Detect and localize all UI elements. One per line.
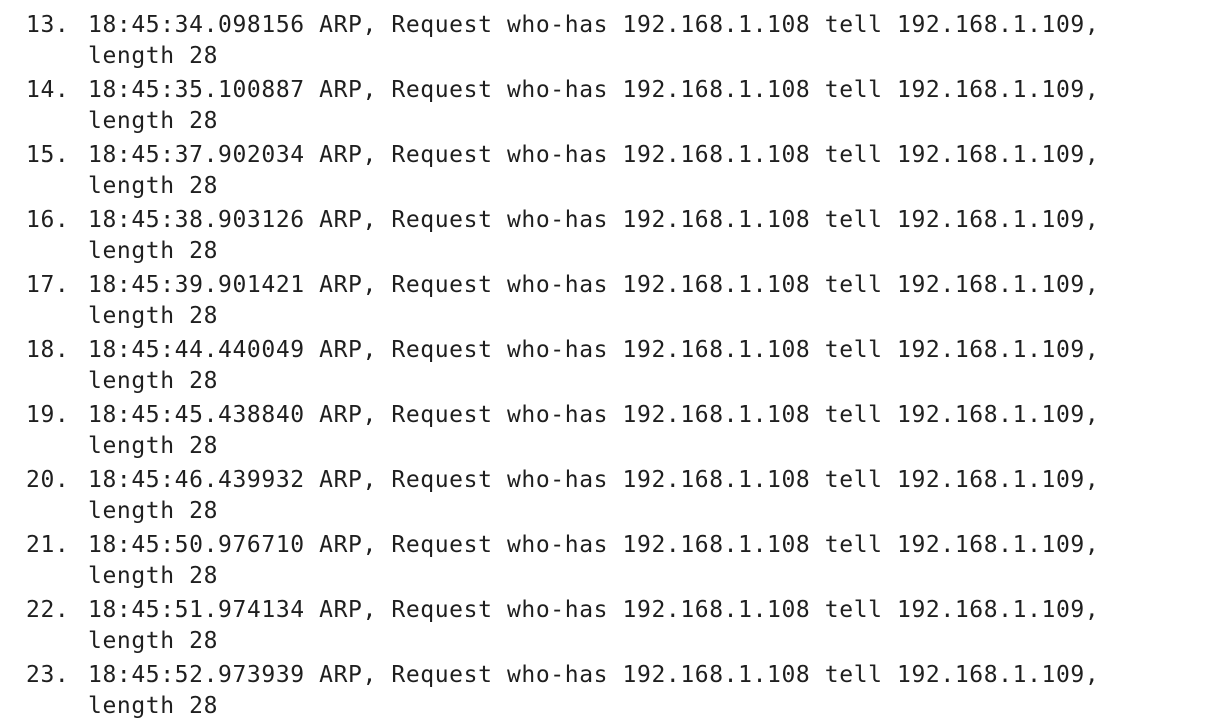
arp-packet-log: 13. 18:45:34.098156 ARP, Request who-has… bbox=[0, 10, 1211, 725]
log-entry: 22. 18:45:51.974134 ARP, Request who-has… bbox=[0, 595, 1211, 660]
log-entry: 19. 18:45:45.438840 ARP, Request who-has… bbox=[0, 400, 1211, 465]
document-page: 13. 18:45:34.098156 ARP, Request who-has… bbox=[0, 0, 1211, 728]
entry-line: 18:45:51.974134 ARP, Request who-has 192… bbox=[88, 597, 1100, 623]
log-entry: 17. 18:45:39.901421 ARP, Request who-has… bbox=[0, 270, 1211, 335]
entry-length: length 28 bbox=[88, 563, 219, 589]
entry-line: 18:45:39.901421 ARP, Request who-has 192… bbox=[88, 272, 1100, 298]
entry-line: 18:45:34.098156 ARP, Request who-has 192… bbox=[88, 12, 1100, 38]
log-entry: 14. 18:45:35.100887 ARP, Request who-has… bbox=[0, 75, 1211, 140]
log-entry: 23. 18:45:52.973939 ARP, Request who-has… bbox=[0, 660, 1211, 725]
entry-number: 18. bbox=[26, 337, 70, 363]
entry-number: 16. bbox=[26, 207, 70, 233]
log-entry: 16. 18:45:38.903126 ARP, Request who-has… bbox=[0, 205, 1211, 270]
entry-line: 18:45:35.100887 ARP, Request who-has 192… bbox=[88, 77, 1100, 103]
log-entry: 15. 18:45:37.902034 ARP, Request who-has… bbox=[0, 140, 1211, 205]
entry-line: 18:45:52.973939 ARP, Request who-has 192… bbox=[88, 662, 1100, 688]
entry-length: length 28 bbox=[88, 498, 219, 524]
entry-line: 18:45:50.976710 ARP, Request who-has 192… bbox=[88, 532, 1100, 558]
entry-length: length 28 bbox=[88, 433, 219, 459]
entry-line: 18:45:46.439932 ARP, Request who-has 192… bbox=[88, 467, 1100, 493]
entry-number: 17. bbox=[26, 272, 70, 298]
entry-length: length 28 bbox=[88, 108, 219, 134]
entry-line: 18:45:44.440049 ARP, Request who-has 192… bbox=[88, 337, 1100, 363]
entry-line: 18:45:37.902034 ARP, Request who-has 192… bbox=[88, 142, 1100, 168]
entry-length: length 28 bbox=[88, 43, 219, 69]
entry-number: 21. bbox=[26, 532, 70, 558]
entry-number: 15. bbox=[26, 142, 70, 168]
entry-line: 18:45:38.903126 ARP, Request who-has 192… bbox=[88, 207, 1100, 233]
entry-length: length 28 bbox=[88, 628, 219, 654]
log-entry: 21. 18:45:50.976710 ARP, Request who-has… bbox=[0, 530, 1211, 595]
entry-length: length 28 bbox=[88, 238, 219, 264]
entry-number: 23. bbox=[26, 662, 70, 688]
log-entry: 18. 18:45:44.440049 ARP, Request who-has… bbox=[0, 335, 1211, 400]
entry-number: 20. bbox=[26, 467, 70, 493]
entry-length: length 28 bbox=[88, 173, 219, 199]
entry-number: 13. bbox=[26, 12, 70, 38]
log-entry: 13. 18:45:34.098156 ARP, Request who-has… bbox=[0, 10, 1211, 75]
entry-length: length 28 bbox=[88, 368, 219, 394]
entry-length: length 28 bbox=[88, 303, 219, 329]
entry-line: 18:45:45.438840 ARP, Request who-has 192… bbox=[88, 402, 1100, 428]
entry-number: 22. bbox=[26, 597, 70, 623]
entry-number: 14. bbox=[26, 77, 70, 103]
entry-number: 19. bbox=[26, 402, 70, 428]
entry-length: length 28 bbox=[88, 693, 219, 719]
log-entry: 20. 18:45:46.439932 ARP, Request who-has… bbox=[0, 465, 1211, 530]
